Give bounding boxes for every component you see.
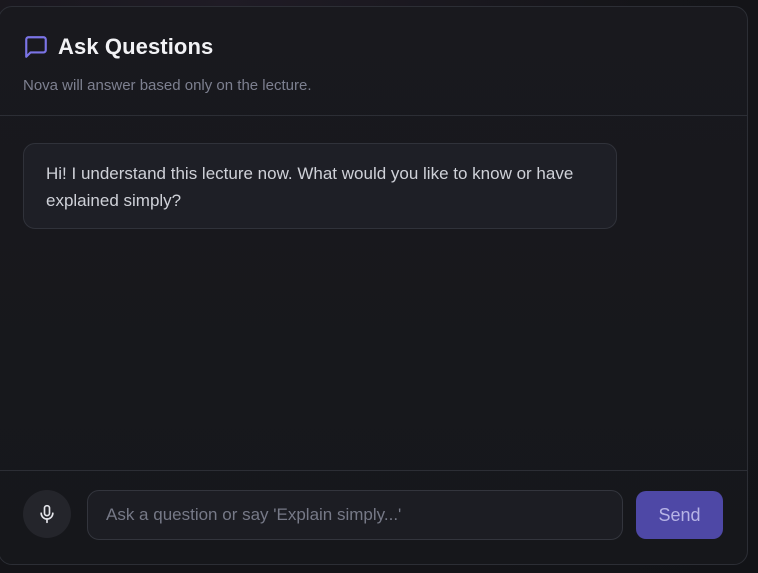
panel-subtitle: Nova will answer based only on the lectu… [23, 77, 312, 94]
composer: Send [0, 470, 747, 564]
assistant-message: Hi! I understand this lecture now. What … [23, 143, 617, 229]
send-button[interactable]: Send [636, 491, 723, 539]
message-list: Hi! I understand this lecture now. What … [0, 116, 747, 470]
panel-header: Ask Questions Nova will answer based onl… [0, 7, 747, 116]
question-input[interactable] [87, 490, 623, 540]
chat-bubble-icon [23, 34, 49, 60]
microphone-icon [37, 503, 57, 525]
microphone-button[interactable] [23, 490, 71, 538]
ask-questions-panel: Ask Questions Nova will answer based onl… [0, 6, 748, 565]
title-row: Ask Questions [23, 34, 213, 60]
page-title: Ask Questions [58, 34, 214, 59]
